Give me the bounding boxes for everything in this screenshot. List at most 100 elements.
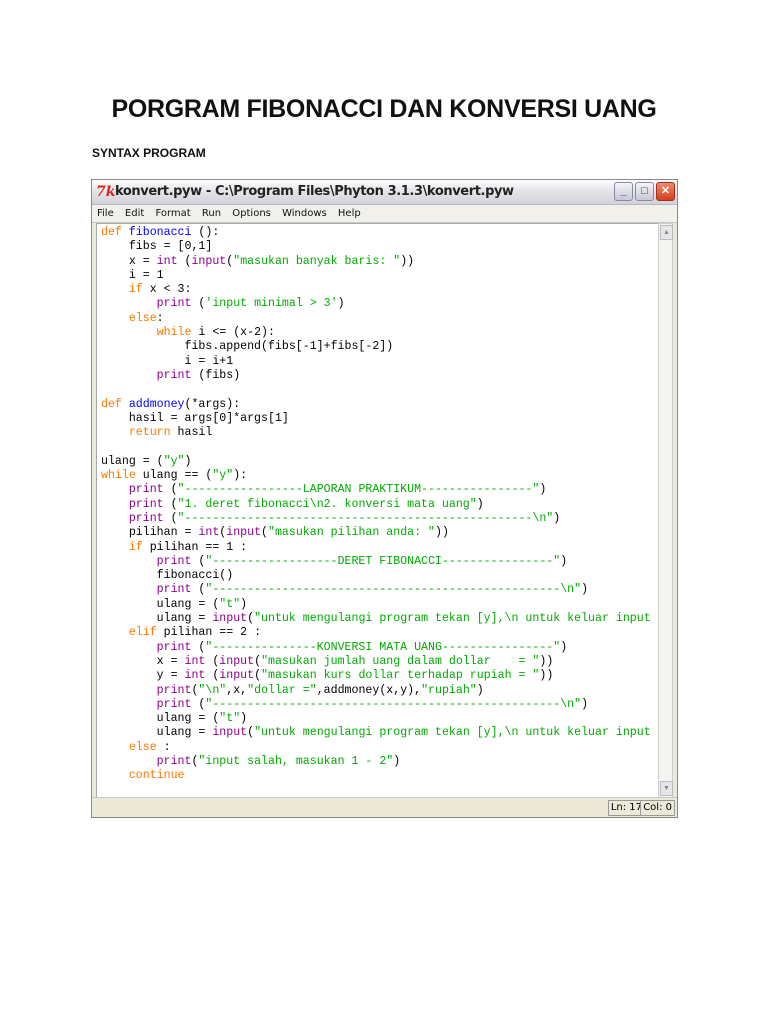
code-line: else : [101,741,661,755]
string-token: "masukan kurs dollar terhadap rupiah = " [261,669,540,683]
code-token: x < 3: [142,283,192,297]
string-token: "t" [219,712,241,726]
menu-help[interactable]: Help [338,205,361,222]
string-token: "untuk mengulangi program tekan [y],\n u… [254,612,651,626]
string-token: "---------------------------------------… [205,583,582,597]
builtin-token: input [191,254,227,268]
code-line: else: [101,312,661,326]
keyword-token: elif [101,626,157,640]
window-title: konvert.pyw - C:\Program Files\Phyton 3.… [115,184,514,199]
menu-run[interactable]: Run [202,205,221,222]
code-editor[interactable]: def fibonacci (): fibs = [0,1] x = int (… [96,223,662,800]
builtin-token: print [101,511,164,525]
code-token: ) [337,297,345,311]
code-token: ( [205,669,220,683]
code-token: ,x, [226,683,248,697]
code-line: y = int (input("masukan kurs dollar terh… [101,669,661,683]
code-line: ulang = input("untuk mengulangi program … [101,726,661,740]
menu-options[interactable]: Options [232,205,271,222]
minimize-button[interactable]: _ [614,182,633,201]
menu-edit[interactable]: Edit [125,205,144,222]
keyword-token: continue [101,769,185,783]
code-token: ) [560,640,568,654]
keyword-token: if [101,540,143,554]
code-line: print("input salah, masukan 1 - 2") [101,755,661,769]
code-line: print("\n",x,"dollar =",addmoney(x,y),"r… [101,684,661,698]
builtin-token: input [219,654,255,668]
function-name-token: fibonacci [128,226,192,239]
code-line: def fibonacci (): [101,226,661,240]
code-token: ,addmoney(x,y), [316,683,422,697]
code-line: print (fibs) [101,369,661,383]
builtin-token: print [101,683,192,697]
keyword-token: else [101,311,157,325]
scroll-down-arrow-icon[interactable]: ▼ [660,781,673,796]
builtin-token: int [198,526,220,540]
code-token: ulang = [101,726,213,740]
string-token: "masukan jumlah uang dalam dollar = " [261,654,540,668]
code-line: ulang = ("t") [101,712,661,726]
code-token: x = [101,654,185,668]
code-token: ) [240,712,248,726]
close-button[interactable]: ✕ [656,182,675,201]
code-line: print ("--------------------------------… [101,512,661,526]
code-token: i <= (x-2): [191,326,275,340]
keyword-token: def [101,226,129,239]
code-token: fibs = [0,1] [101,240,213,254]
string-token: "masukan banyak baris: " [233,254,401,268]
string-token: "masukan pilihan anda: " [268,526,435,540]
code-line: print ('input minimal > 3') [101,297,661,311]
builtin-token: print [101,483,164,497]
vertical-scrollbar[interactable]: ▲ ▼ [658,223,673,798]
builtin-token: input [212,726,248,740]
builtin-token: print [101,297,192,311]
string-token: "input salah, masukan 1 - 2" [198,754,394,768]
code-token: (fibs) [191,368,241,382]
code-token: fibonacci() [101,569,234,583]
string-token: 'input minimal > 3' [205,297,338,311]
code-token: ( [191,554,206,568]
keyword-token: while [101,326,192,340]
code-line: print ("1. deret fibonacci\n2. konversi … [101,498,661,512]
code-line: elif pilihan == 2 : [101,626,661,640]
code-token: ) [476,683,484,697]
string-token: "------------------DERET FIBONACCI------… [205,554,561,568]
menu-bar: File Edit Format Run Options Windows Hel… [92,205,677,223]
code-token: ) [560,554,568,568]
string-token: "untuk mengulangi program tekan [y],\n u… [254,726,651,740]
code-token: ( [163,497,178,511]
menu-windows[interactable]: Windows [282,205,327,222]
code-token: ( [163,511,178,525]
string-token: "y" [212,469,234,483]
keyword-token: return [101,426,171,440]
code-token: : [156,740,171,754]
string-token: "---------------------------------------… [177,511,554,525]
code-token: )) [539,654,554,668]
code-token: x = [101,254,157,268]
builtin-token: input [219,669,255,683]
string-token: "t" [219,597,241,611]
function-name-token: addmoney [128,397,185,411]
code-line: x = int (input("masukan jumlah uang dala… [101,655,661,669]
code-line: if x < 3: [101,283,661,297]
code-token: pilihan == 1 : [142,540,248,554]
code-token: ulang = ( [101,712,220,726]
keyword-token: def [101,397,129,411]
code-token: hasil [170,426,213,440]
code-token: )) [400,254,415,268]
scroll-up-arrow-icon[interactable]: ▲ [660,225,673,240]
code-line: print ("------------------DERET FIBONACC… [101,555,661,569]
code-token: ) [240,597,248,611]
code-line: print ("--------------------------------… [101,583,661,597]
title-bar[interactable]: 7k konvert.pyw - C:\Program Files\Phyton… [92,180,677,205]
menu-format[interactable]: Format [155,205,190,222]
string-token: "rupiah" [421,683,477,697]
code-text[interactable]: def fibonacci (): fibs = [0,1] x = int (… [97,224,661,784]
menu-file[interactable]: File [97,205,114,222]
code-line: continue [101,769,661,783]
string-token: "---------------------------------------… [205,697,582,711]
code-token: ) [393,754,401,768]
maximize-button[interactable]: □ [635,182,654,201]
builtin-token: print [101,583,192,597]
